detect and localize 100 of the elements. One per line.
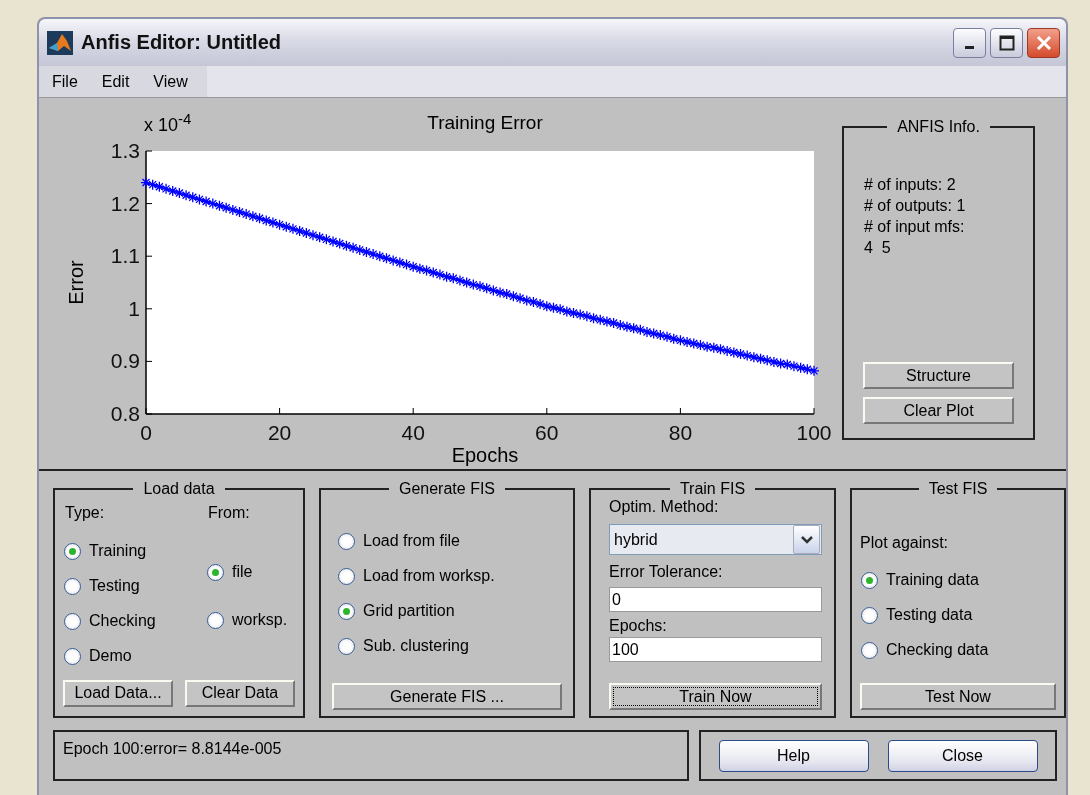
data-marker: [454, 274, 466, 287]
data-marker: [541, 300, 553, 312]
data-marker: [481, 282, 493, 294]
data-marker: [427, 266, 439, 279]
radio-button[interactable]: Sub. clustering: [337, 633, 565, 659]
panel-title: Test FIS: [927, 480, 989, 498]
axis-tick-label: 0.8: [110, 402, 140, 425]
data-marker: [193, 193, 206, 206]
data-marker: [440, 271, 453, 283]
data-marker: [668, 333, 680, 345]
data-marker: [240, 208, 252, 220]
radio-button[interactable]: Grid partition: [337, 598, 565, 624]
data-marker: [594, 314, 606, 326]
radio-button[interactable]: Load from file: [337, 528, 565, 554]
panel-button[interactable]: Structure: [863, 362, 1014, 389]
data-marker: [494, 286, 506, 299]
data-marker: [160, 183, 172, 195]
data-marker: [801, 363, 813, 375]
data-marker: [788, 360, 800, 372]
generate-fis-button[interactable]: Generate FIS ...: [332, 683, 562, 710]
panel-title: Load data: [142, 480, 216, 498]
menu-item[interactable]: File: [39, 72, 89, 91]
data-marker: [547, 302, 560, 314]
info-text: # of outputs: 1: [864, 197, 967, 215]
test-now-button[interactable]: Test Now: [860, 683, 1056, 710]
panel-title: Generate FIS: [397, 480, 496, 498]
dialog-button[interactable]: Close: [887, 739, 1038, 772]
radio-button[interactable]: Testing data: [860, 602, 1056, 628]
radio-button[interactable]: Checking: [63, 608, 206, 634]
data-marker: [774, 357, 787, 370]
data-marker: [694, 339, 707, 351]
axis-tick-label: 40: [401, 421, 425, 444]
x-axis-label: Epochs: [451, 444, 519, 466]
field-label: Error Tolerance:: [609, 563, 724, 581]
axis-tick-label: 20: [267, 421, 292, 444]
axis-tick-label: 1.3: [110, 139, 140, 162]
input-field[interactable]: 0: [609, 587, 822, 612]
data-marker: [581, 310, 593, 322]
radio-button[interactable]: Load from worksp.: [337, 563, 565, 589]
data-marker: [233, 206, 246, 218]
panel-button[interactable]: Clear Data: [185, 679, 295, 707]
method-dropdown[interactable]: hybrid: [609, 524, 822, 555]
radio-button[interactable]: file: [206, 559, 295, 585]
menu-item[interactable]: Edit: [88, 72, 141, 91]
data-marker: [414, 263, 426, 275]
panel-button[interactable]: Load Data...: [63, 679, 173, 707]
data-marker: [147, 179, 159, 191]
axis-tick-label: 80: [668, 421, 693, 444]
data-marker: [354, 244, 366, 256]
data-marker: [260, 214, 272, 227]
dialog-button[interactable]: Help: [718, 739, 869, 772]
maximize-button[interactable]: [990, 27, 1023, 58]
axis-tick-label: 0.9: [110, 349, 140, 373]
close-button[interactable]: [1027, 27, 1060, 58]
data-marker: [380, 252, 393, 264]
menu-item[interactable]: View: [140, 72, 199, 91]
data-marker: [734, 348, 747, 360]
data-marker: [721, 345, 733, 357]
radio-button[interactable]: Checking data: [860, 637, 1056, 663]
axis-tick-label: 100: [796, 421, 832, 444]
data-marker: [714, 343, 727, 355]
data-marker: [173, 187, 186, 199]
data-marker: [761, 354, 773, 366]
data-marker: [748, 351, 760, 363]
data-marker: [534, 298, 546, 310]
data-marker: [320, 233, 332, 245]
data-marker: [187, 191, 199, 203]
radio-button[interactable]: Training data: [860, 567, 1056, 593]
info-text: # of input mfs:: [864, 218, 966, 236]
data-marker: [327, 235, 339, 248]
radio-button[interactable]: Demo: [63, 643, 206, 669]
train-now-button[interactable]: Train Now: [609, 683, 822, 710]
data-marker: [587, 312, 600, 324]
data-marker: [213, 200, 226, 212]
radio-button[interactable]: worksp.: [206, 607, 295, 633]
data-marker: [741, 349, 753, 362]
data-marker: [688, 337, 700, 350]
data-marker: [387, 254, 399, 267]
input-field[interactable]: 100: [609, 637, 822, 662]
minimize-button[interactable]: [953, 27, 986, 58]
radio-button[interactable]: Testing: [63, 573, 206, 599]
data-marker: [347, 242, 359, 254]
data-marker: [708, 342, 720, 354]
data-marker: [701, 341, 713, 353]
data-marker: [207, 197, 219, 210]
radio-button[interactable]: Training: [63, 538, 206, 564]
data-marker: [253, 212, 266, 224]
data-marker: [367, 248, 379, 260]
data-marker: [434, 268, 446, 281]
data-marker: [527, 296, 540, 308]
panel-title: Train FIS: [678, 480, 747, 498]
y-axis-label: Error: [65, 260, 87, 305]
data-marker: [808, 365, 820, 377]
data-marker: [394, 256, 406, 269]
axis-tick-label: 0: [140, 421, 152, 444]
panel-button[interactable]: Clear Plot: [863, 397, 1014, 424]
data-marker: [561, 305, 573, 318]
status-message: Epoch 100:error= 8.8144e-005: [53, 730, 689, 781]
data-marker: [227, 204, 239, 216]
data-marker: [674, 334, 687, 346]
